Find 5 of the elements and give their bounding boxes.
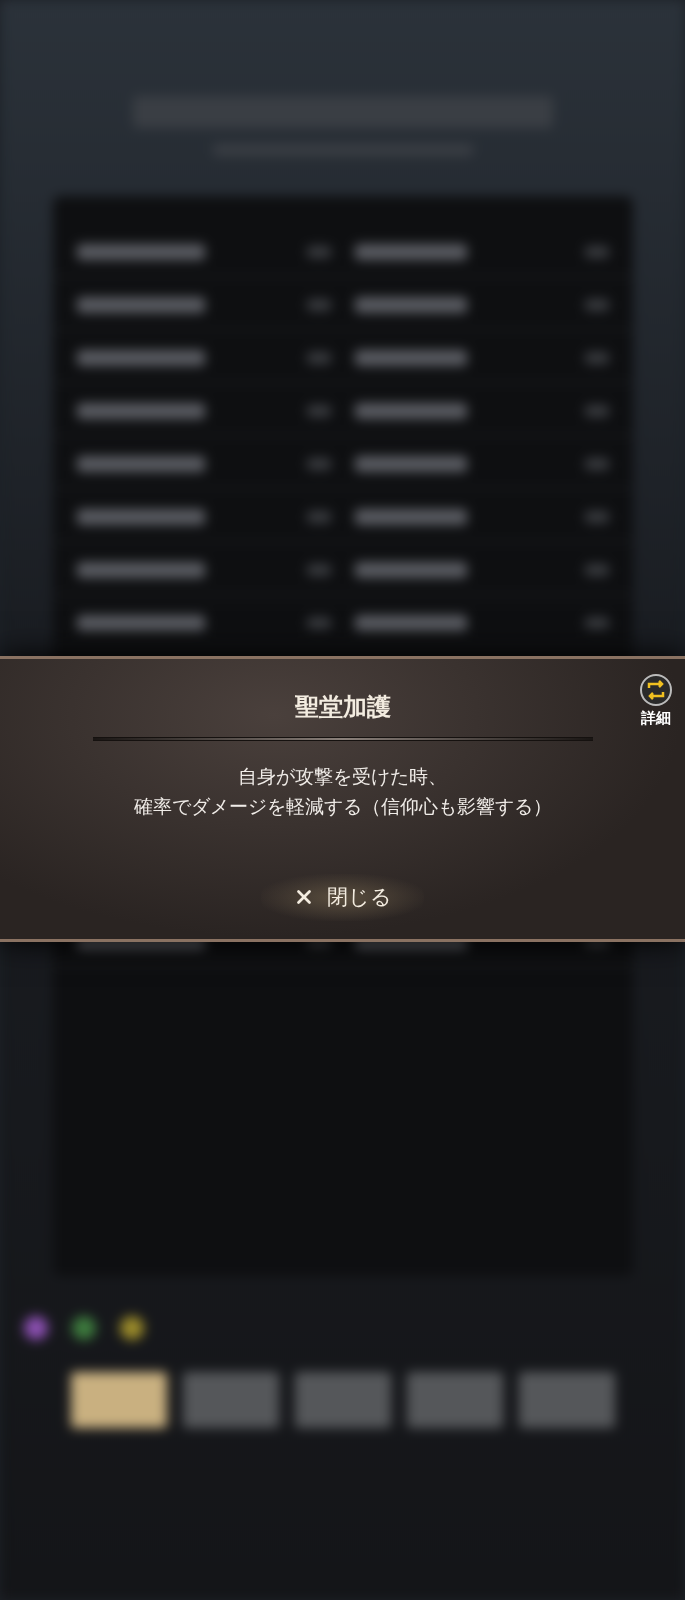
close-button[interactable]: 閉じる [261, 873, 424, 921]
description-text: 自身が攻撃を受けた時、 確率でダメージを軽減する（信仰心も影響する） [133, 764, 552, 819]
detail-button[interactable]: 詳細 [639, 673, 673, 730]
swap-icon [639, 673, 673, 707]
dialog-title: 聖堂加護 [294, 692, 391, 723]
